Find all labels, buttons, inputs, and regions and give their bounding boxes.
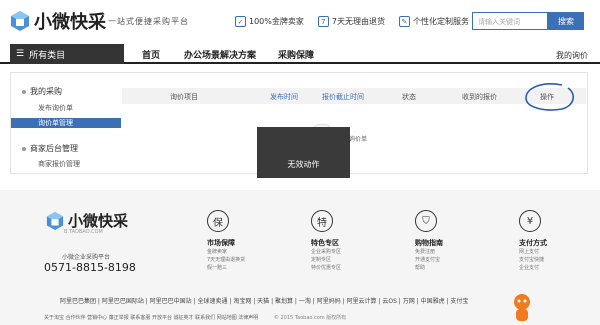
logo-text: 小微快采: [34, 12, 106, 33]
col-deadline[interactable]: 报价截止时间: [322, 92, 364, 102]
slogan: 一站式便捷采购平台: [108, 17, 189, 26]
footer-logo-text: 小微快采: [68, 212, 129, 230]
copyright: © 2015 Taobao.com 版权所有: [273, 315, 347, 321]
my-quote-link[interactable]: 我的询价: [556, 50, 588, 61]
yen-icon: ¥: [519, 210, 541, 232]
nav-guarantee[interactable]: 采购保障: [278, 44, 314, 64]
shield-icon: ✓: [235, 16, 246, 27]
bullet-icon: [22, 146, 26, 151]
logo-cube-icon: [10, 10, 30, 32]
logo-cube-icon: [46, 211, 64, 230]
toast-message: 无效动作: [257, 127, 350, 178]
table-header: 询价项目 发布时间 报价截止时间 状态 收到的报价 操作: [122, 88, 586, 104]
footer-brand-line: 小微企业采购平台: [62, 254, 111, 261]
service-shopping-guide: ⛉ 购物指南 免费注册 开通支付宝 帮助: [415, 210, 495, 272]
service-market-guarantee: 保 市场保障 金牌卖家 7天无理由退换货 假一赔三: [207, 210, 287, 272]
col-item: 询价项目: [170, 93, 198, 101]
footer-phone: 0571-8815-8198: [44, 261, 136, 274]
special-icon: 特: [311, 210, 333, 232]
handwritten-circle-mark: [525, 83, 575, 111]
footer-links[interactable]: 阿里巴巴集团 | 阿里巴巴国际站 | 阿里巴巴中国站 | 全球速卖通 | 淘宝网…: [60, 296, 500, 305]
promo-gold-seller: ✓ 100%金牌卖家: [235, 16, 304, 27]
service-special-zone: 特 特色专区 企业采购专区 定制专区 特价优惠专区: [311, 210, 391, 272]
service-payment: ¥ 支付方式 网上支付 支付宝快捷 企业支付: [519, 210, 599, 272]
sidebar-group-purchase: 我的采购: [22, 86, 62, 97]
promo-label: 100%金牌卖家: [249, 17, 304, 26]
mascot-icon: [514, 294, 530, 321]
footer-logo-sub: B.TAOBAO.COM: [64, 229, 103, 235]
col-status: 状态: [402, 93, 416, 101]
col-publish-time[interactable]: 发布时间: [270, 92, 298, 102]
custom-icon: ✎: [398, 16, 410, 27]
sidebar-item-publish-quote[interactable]: 发布询价单: [38, 103, 73, 113]
return-icon: 7: [317, 16, 329, 27]
all-categories-label: 所有类目: [29, 50, 66, 61]
promo-label: 个性化定制服务: [412, 17, 469, 26]
promo-label: 7天无理由退货: [331, 17, 385, 26]
nav-home[interactable]: 首页: [142, 44, 160, 64]
sidebar-item-quote-manage[interactable]: 询价单管理: [11, 118, 121, 128]
guarantee-icon: 保: [207, 210, 229, 232]
promo-custom: ✎ 个性化定制服务: [398, 16, 469, 27]
sidebar-item-merchant-quotes[interactable]: 商家报价管理: [38, 159, 80, 169]
search-button[interactable]: 搜索: [548, 12, 584, 30]
bullet-icon: [22, 89, 26, 94]
search-input[interactable]: 请输入关键词: [472, 12, 548, 30]
menu-icon: ☰: [16, 49, 25, 59]
col-received-quotes: 收到的报价: [462, 93, 497, 101]
footer-logo[interactable]: 小微快采: [46, 210, 128, 231]
promo-bar: ✓ 100%金牌卖家 7 7天无理由退货 ✎ 个性化定制服务: [235, 16, 469, 27]
footer-links-secondary[interactable]: 关于淘宝 合作伙伴 营销中心 廉正举报 联系客服 开放平台 诚征英才 联系我们 …: [44, 314, 484, 321]
nav-solutions[interactable]: 办公场景解决方案: [184, 44, 256, 64]
all-categories-button[interactable]: ☰ 所有类目: [10, 44, 124, 64]
promo-return: 7 7天无理由退货: [317, 16, 385, 27]
bag-icon: ⛉: [415, 210, 437, 232]
sidebar-group-merchant: 商家后台管理: [22, 143, 78, 154]
